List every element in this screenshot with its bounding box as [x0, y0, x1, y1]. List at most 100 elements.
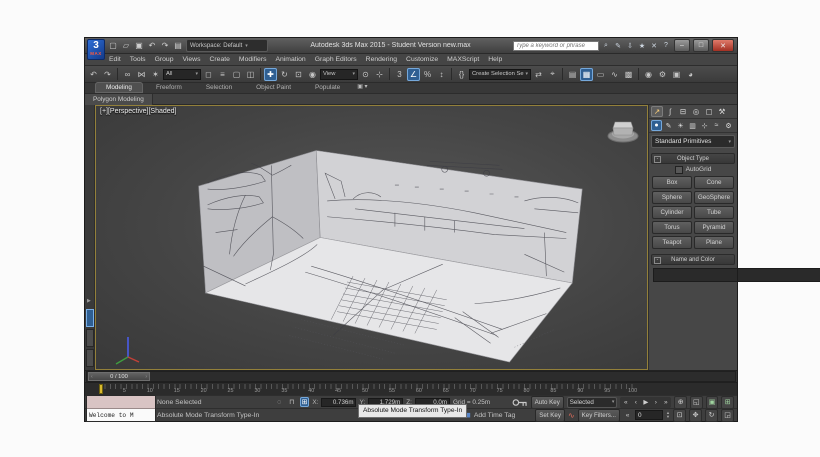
object-type-button[interactable]: Tube — [694, 206, 734, 219]
favorites-icon[interactable]: ★ — [637, 41, 647, 51]
menu-item[interactable]: Animation — [275, 56, 305, 63]
key-mode-dropdown[interactable]: Selected ▾ — [566, 396, 618, 408]
object-type-rollout[interactable]: - Object Type — [651, 153, 735, 164]
tab-modify[interactable]: ∫ — [664, 106, 676, 117]
menu-item[interactable]: Edit — [109, 56, 121, 63]
object-type-button[interactable]: Cylinder — [652, 206, 692, 219]
current-frame-marker[interactable] — [99, 384, 103, 394]
rendered-frame-icon[interactable]: ▣ — [670, 68, 683, 81]
object-type-button[interactable]: GeoSphere — [694, 191, 734, 204]
absolute-mode-icon[interactable]: ⊞ — [299, 397, 310, 407]
coord-system-dropdown[interactable]: View ▾ — [320, 68, 358, 80]
subtab-systems[interactable]: ⚙ — [723, 120, 734, 131]
undo-icon[interactable]: ↶ — [87, 68, 100, 81]
object-name-field[interactable] — [653, 268, 820, 282]
curve-editor-icon[interactable]: ∿ — [608, 68, 621, 81]
listener-macro-pane[interactable] — [87, 396, 155, 409]
rect-region-icon[interactable]: ▢ — [230, 68, 243, 81]
object-type-button[interactable]: Torus — [652, 221, 692, 234]
frame-spinner[interactable]: ▲ ▼ — [666, 411, 670, 419]
previous-frame-icon[interactable]: ‹ — [631, 397, 640, 408]
menu-item[interactable]: Group — [155, 56, 174, 63]
prev-frame-arrow-icon[interactable]: ‹ — [91, 374, 93, 380]
time-slider-track[interactable]: ‹ 0 / 100 › — [86, 371, 736, 382]
select-manipulate-icon[interactable]: ⊹ — [373, 68, 386, 81]
blueprint-box-object[interactable] — [96, 106, 647, 369]
tab-motion[interactable]: ◎ — [690, 106, 702, 117]
ribbon-tab[interactable]: Freeform — [145, 82, 193, 93]
maximize-button[interactable]: □ — [693, 39, 709, 52]
autogrid-checkbox[interactable] — [674, 165, 683, 174]
ribbon-tab[interactable]: Selection — [195, 82, 243, 93]
subtab-spacewarps[interactable]: ≈ — [711, 120, 722, 131]
search-input[interactable] — [513, 40, 599, 51]
select-link-icon[interactable]: ∞ — [121, 68, 134, 81]
tab-create[interactable]: ↗ — [651, 106, 663, 117]
named-selection-sets-dropdown[interactable]: Create Selection Se ▾ — [469, 68, 531, 80]
layout-flyout-arrow-icon[interactable]: ▶ — [87, 298, 91, 304]
set-key-button[interactable]: Set Key — [535, 408, 565, 422]
object-type-button[interactable]: Sphere — [652, 191, 692, 204]
menu-item[interactable]: Rendering — [366, 56, 397, 63]
subtab-geometry[interactable]: ● — [651, 120, 662, 131]
menu-item[interactable]: Tools — [130, 56, 146, 63]
object-type-button[interactable]: Box — [652, 176, 692, 189]
render-production-icon[interactable]: ◕ — [684, 68, 697, 81]
subtab-cameras[interactable]: ▥ — [687, 120, 698, 131]
scene-explorer-icon[interactable]: ▤ — [566, 68, 579, 81]
zoom-all-icon[interactable]: ◱ — [690, 395, 703, 409]
name-and-color-rollout[interactable]: - Name and Color — [651, 254, 735, 265]
subtab-lights[interactable]: ☀ — [675, 120, 686, 131]
menu-item[interactable]: Graph Editors — [315, 56, 357, 63]
viewport-layout-tab[interactable] — [86, 309, 94, 327]
viewport-layout-tab[interactable] — [86, 349, 94, 367]
viewport-layout-tab[interactable] — [86, 329, 94, 347]
redo-icon[interactable]: ↷ — [101, 68, 114, 81]
redo-icon[interactable]: ↷ — [159, 40, 171, 52]
maxscript-mini-listener[interactable]: Welcome to M — [86, 395, 156, 422]
object-type-button[interactable]: Pyramid — [694, 221, 734, 234]
select-object-icon[interactable]: ◻ — [202, 68, 215, 81]
undo-icon[interactable]: ↶ — [146, 40, 158, 52]
menu-item[interactable]: MAXScript — [447, 56, 479, 63]
play-icon[interactable]: ▶ — [641, 397, 650, 408]
sign-in-icon[interactable]: ✎ — [613, 41, 623, 51]
percent-snap-icon[interactable]: % — [421, 68, 434, 81]
select-place-icon[interactable]: ◉ — [306, 68, 319, 81]
x-coordinate-field[interactable]: 0.736m — [321, 397, 357, 407]
ribbon-tab[interactable]: Modeling — [95, 82, 143, 93]
select-rotate-icon[interactable]: ↻ — [278, 68, 291, 81]
polygon-modeling-panel[interactable]: Polygon Modeling — [85, 93, 153, 105]
zoom-extents-all-icon[interactable]: ⊞ — [721, 395, 734, 409]
new-scene-icon[interactable]: ▢ — [107, 40, 119, 52]
ribbon-tab[interactable]: Populate — [304, 82, 351, 93]
unlink-icon[interactable]: ⋈ — [135, 68, 148, 81]
updates-icon[interactable]: ⇩ — [625, 41, 635, 51]
help-icon[interactable]: ? — [661, 41, 671, 51]
maximize-viewport-icon[interactable]: ◲ — [721, 408, 734, 422]
zoom-region-icon[interactable]: ⊡ — [673, 408, 686, 422]
next-frame-icon[interactable]: › — [651, 397, 660, 408]
set-keys-icon[interactable] — [512, 396, 528, 409]
align-icon[interactable]: ⌖ — [546, 68, 559, 81]
next-frame-arrow-icon[interactable]: › — [145, 374, 147, 380]
ribbon-toggle-icon[interactable]: ▭ — [594, 68, 607, 81]
project-folder-icon[interactable]: ▤ — [172, 40, 184, 52]
3ds-max-logo-icon[interactable]: 3 MAX — [87, 39, 105, 60]
track-bar[interactable]: 5 10 15 20 25 30 35 40 45 50 55 60 65 70 75 80 85 90 95 100 — [85, 382, 737, 395]
use-pivot-center-icon[interactable]: ⊙ — [359, 68, 372, 81]
subtab-helpers[interactable]: ⊹ — [699, 120, 710, 131]
mirror-icon[interactable]: ⇄ — [532, 68, 545, 81]
zoom-extents-icon[interactable]: ▣ — [705, 395, 719, 409]
close-button[interactable]: ✕ — [712, 39, 734, 52]
viewport-label[interactable]: [+][Perspective][Shaded] — [100, 108, 176, 115]
key-filters-button[interactable]: Key Filters... — [577, 408, 621, 422]
bind-spacewarp-icon[interactable]: ✶ — [149, 68, 162, 81]
save-file-icon[interactable]: ▣ — [133, 40, 145, 52]
ribbon-tab[interactable]: Object Paint — [245, 82, 302, 93]
tab-display[interactable]: ▢ — [703, 106, 715, 117]
tab-utilities[interactable]: ⚒ — [716, 106, 728, 117]
new-key-curve-icon[interactable]: ∿ — [568, 411, 575, 420]
select-by-name-icon[interactable]: ≡ — [216, 68, 229, 81]
isolate-selection-icon[interactable]: ◌ — [274, 397, 284, 407]
